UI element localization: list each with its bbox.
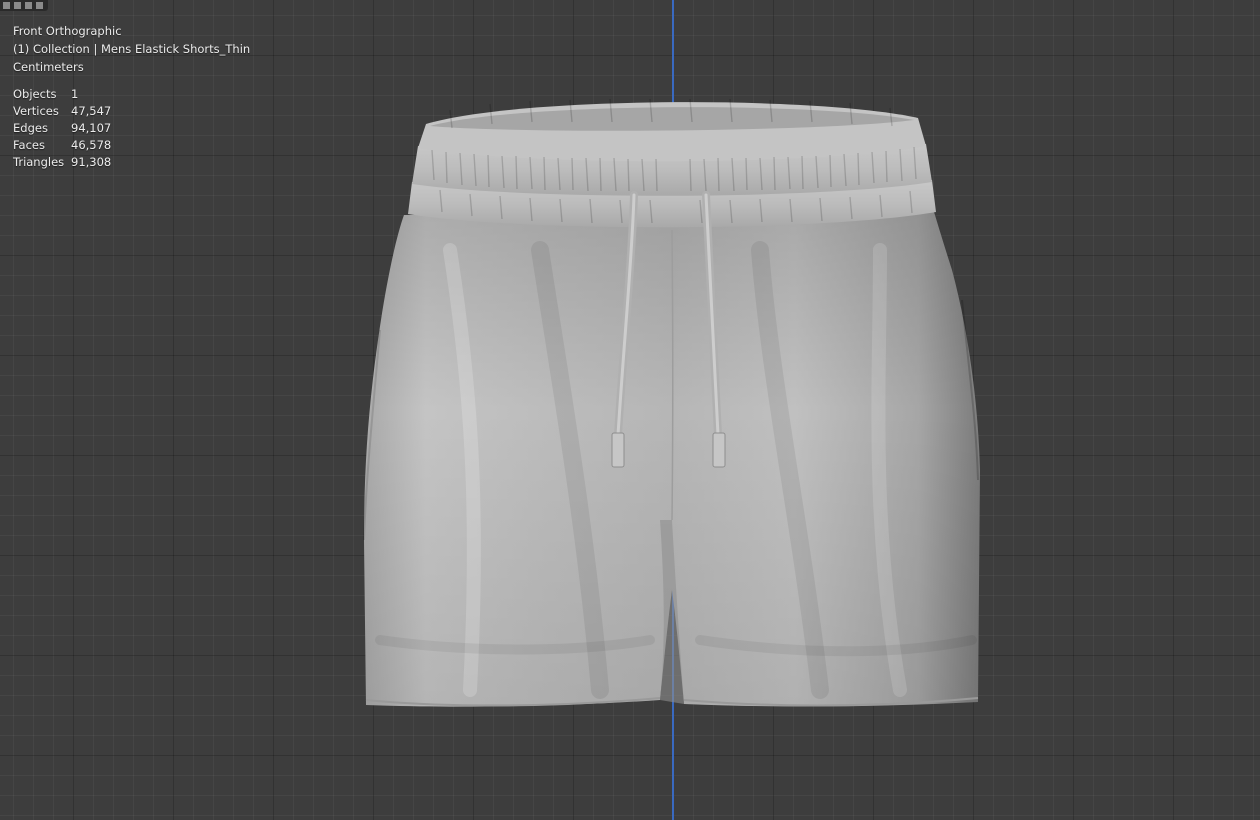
stat-value: 94,107 (71, 121, 112, 135)
stat-value: 1 (71, 87, 79, 101)
center-seam (671, 229, 674, 521)
widget-square-icon (36, 2, 43, 9)
stat-row-objects: Objects 1 (13, 86, 250, 103)
stat-label: Edges (13, 121, 48, 135)
stat-value: 91,308 (71, 155, 112, 169)
stat-label: Vertices (13, 104, 59, 118)
shorts-mesh[interactable] (340, 90, 1000, 730)
stat-row-edges: Edges 94,107 (13, 120, 250, 137)
3d-viewport[interactable]: Front Orthographic (1) Collection | Mens… (0, 0, 1260, 820)
view-name-label: Front Orthographic (13, 24, 122, 38)
stat-label: Triangles (13, 155, 65, 169)
drawstring-tip-left (611, 432, 625, 468)
scene-statistics: Objects 1 Vertices 47,547 Edges 94,107 Face… (13, 86, 250, 171)
widget-square-icon (25, 2, 32, 9)
viewport-corner-widget[interactable] (0, 0, 48, 11)
stat-row-vertices: Vertices 47,547 (13, 103, 250, 120)
collection-label: (1) Collection | Mens Elastick Shorts_Th… (13, 42, 251, 56)
stat-label: Objects (13, 87, 57, 101)
stat-label: Faces (13, 138, 45, 152)
widget-square-icon (3, 2, 10, 9)
stat-value: 47,547 (71, 104, 112, 118)
widget-square-icon (14, 2, 21, 9)
stat-value: 46,578 (71, 138, 112, 152)
units-label: Centimeters (13, 60, 84, 74)
stat-row-faces: Faces 46,578 (13, 137, 250, 154)
viewport-info-overlay: Front Orthographic (1) Collection | Mens… (13, 22, 250, 171)
stat-row-triangles: Triangles 91,308 (13, 154, 250, 171)
drawstring-tip-right (712, 432, 726, 468)
